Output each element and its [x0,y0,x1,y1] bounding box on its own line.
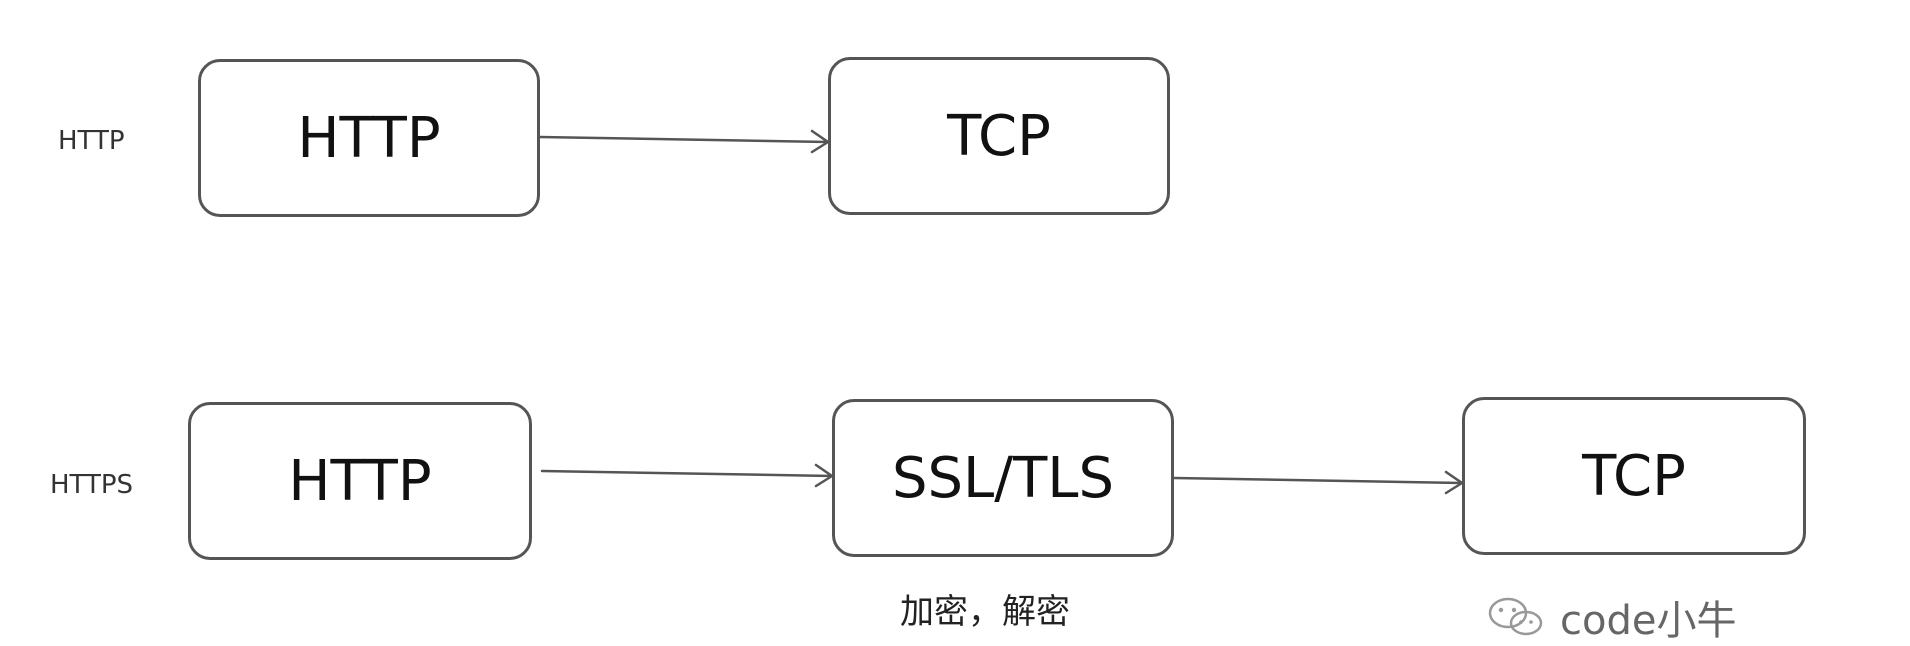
watermark-text: code小牛 [1560,598,1737,644]
wechat-icon [1488,597,1543,636]
arrow-ssl-to-tcp [1172,470,1465,495]
watermark: code小牛 [1486,588,1736,646]
arrows-layer [538,129,1465,495]
arrow-http-to-ssl [540,463,835,488]
arrow-http-to-tcp-row1 [538,129,831,154]
